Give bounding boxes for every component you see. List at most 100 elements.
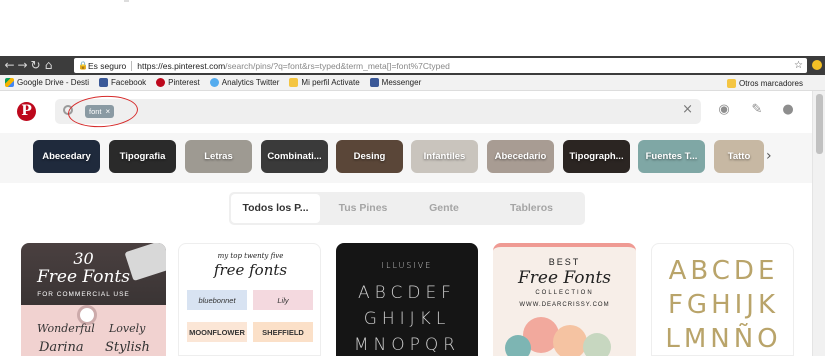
bookmark-mi-perfil[interactable]: Mi perfil Activate xyxy=(289,78,360,87)
guide-chip-label: Tipograph... xyxy=(569,151,624,162)
pin-text: free fonts xyxy=(213,261,288,279)
flower-image xyxy=(505,335,531,356)
facebook-icon xyxy=(99,78,109,87)
extension-icon[interactable] xyxy=(812,60,822,70)
tab-todos-los-pines[interactable]: Todos los P... xyxy=(231,194,320,223)
guide-chip-label: Combinati... xyxy=(267,151,322,162)
pin-text: Darina xyxy=(39,340,84,355)
guide-chip-label: Tipografia xyxy=(119,151,166,162)
url-path: /search/pins/?q=font&rs=typed&term_meta[… xyxy=(225,60,450,71)
guide-chip[interactable]: Abecedary xyxy=(33,140,100,173)
bookmark-star-icon[interactable]: ☆ xyxy=(794,58,803,73)
pin-text: ILLUSIVE xyxy=(381,261,433,270)
chat-icon[interactable]: ● xyxy=(780,102,796,118)
chevron-right-icon[interactable]: › xyxy=(766,148,772,164)
pin-text: Free Fonts xyxy=(36,267,131,287)
search-filter-tabs: Todos los P... Tus Pines Gente Tableros xyxy=(229,192,585,225)
pin-text: Wonderful xyxy=(37,322,95,335)
flower-image xyxy=(583,333,611,356)
pin-text: COLLECTION xyxy=(535,290,594,296)
url-text[interactable]: https://es.pinterest.com/search/pins/?q=… xyxy=(137,61,450,71)
tab-tus-pines[interactable]: Tus Pines xyxy=(320,194,406,223)
bookmark-label: Analytics Twitter xyxy=(221,78,280,87)
pin-text: GHIJKL xyxy=(363,309,451,329)
folder-icon xyxy=(289,78,299,87)
twitter-icon xyxy=(209,78,219,87)
bookmarks-bar: Google Drive - Desti Facebook Pinterest … xyxy=(0,75,825,91)
guide-chip-label: Abecedary xyxy=(42,151,91,162)
pin-text: WWW.DEARCRISSY.COM xyxy=(519,302,610,308)
pin-text: FOR COMMERCIAL USE xyxy=(37,291,130,298)
bookmark-label: Messenger xyxy=(381,78,422,87)
guide-chip[interactable]: Tipografia xyxy=(109,140,176,173)
pin-icon[interactable]: ✎ xyxy=(749,102,765,118)
bookmark-label: Google Drive - Desti xyxy=(17,78,90,87)
guide-chip-label: Letras xyxy=(204,151,233,162)
pin-text: Stylish xyxy=(105,340,150,355)
guided-search-bar: Abecedary Tipografia Letras Combinati...… xyxy=(0,133,812,183)
bookmark-analytics-twitter[interactable]: Analytics Twitter xyxy=(209,78,280,87)
address-bar[interactable]: 🔒 Es seguro https://es.pinterest.com/sea… xyxy=(74,58,807,73)
bookmark-messenger[interactable]: Messenger xyxy=(369,78,422,87)
guide-chip-label: Fuentes T... xyxy=(645,151,698,162)
pin-card[interactable]: ABCDE FGHIJK LMNÑO xyxy=(651,243,794,356)
guide-chip[interactable]: Fuentes T... xyxy=(638,140,705,173)
bookmark-label: Otros marcadores xyxy=(738,78,803,88)
pin-text: Lily xyxy=(253,290,313,310)
guide-chip[interactable]: Tatto xyxy=(714,140,764,173)
guide-chip[interactable]: Infantiles xyxy=(411,140,478,173)
pin-text: Free Fonts xyxy=(517,268,612,288)
page-scrollbar[interactable] xyxy=(812,91,825,356)
pin-text: MOONFLOWER xyxy=(187,322,247,342)
pin-text: FGHIJK xyxy=(667,290,780,320)
bookmark-label: Pinterest xyxy=(168,78,200,87)
pin-text: ABCDEF xyxy=(358,283,456,303)
pin-text: BEST xyxy=(548,257,581,267)
folder-icon xyxy=(726,78,736,88)
pin-text: LMNÑO xyxy=(665,324,782,354)
back-arrow-icon[interactable]: ← xyxy=(3,56,16,75)
bookmark-label: Facebook xyxy=(111,78,147,87)
search-input[interactable]: font × × xyxy=(55,99,701,124)
forward-arrow-icon[interactable]: → xyxy=(16,56,29,75)
pin-text: 30 xyxy=(73,249,94,268)
bookmark-pinterest[interactable]: Pinterest xyxy=(156,78,200,87)
guide-chip-label: Tatto xyxy=(727,151,751,162)
pin-text: ABCDE xyxy=(668,256,779,286)
guide-chip[interactable]: Desing xyxy=(336,140,403,173)
compass-icon[interactable]: ◉ xyxy=(716,102,732,118)
pin-card[interactable]: ILLUSIVE ABCDEF GHIJKL MNOPQR xyxy=(336,243,478,356)
bookmark-google-drive[interactable]: Google Drive - Desti xyxy=(5,78,89,87)
divider xyxy=(124,0,129,2)
url-domain: https://es.pinterest.com xyxy=(137,60,226,71)
guide-chip[interactable]: Abecedario xyxy=(487,140,554,173)
home-icon[interactable]: ⌂ xyxy=(42,56,55,75)
pin-text: SHEFFIELD xyxy=(253,322,313,342)
bookmark-facebook[interactable]: Facebook xyxy=(99,78,146,87)
guide-chip-label: Infantiles xyxy=(423,151,466,162)
flower-image xyxy=(553,325,587,356)
guide-chip[interactable]: Letras xyxy=(185,140,252,173)
guide-chip-label: Abecedario xyxy=(494,151,547,162)
secure-label: Es seguro xyxy=(88,60,133,71)
pin-text: bluebonnet xyxy=(187,290,247,310)
gdrive-icon xyxy=(5,78,14,87)
tab-tableros[interactable]: Tableros xyxy=(482,194,581,223)
guide-chip[interactable]: Combinati... xyxy=(261,140,328,173)
tab-gente[interactable]: Gente xyxy=(406,194,482,223)
scrollbar-thumb[interactable] xyxy=(816,94,823,154)
guide-chip-label: Desing xyxy=(353,151,386,162)
reload-icon[interactable]: ↻ xyxy=(29,56,42,75)
page-background xyxy=(0,0,825,56)
pinterest-logo-icon[interactable]: P xyxy=(17,102,36,121)
pin-card[interactable]: my top twenty five free fonts bluebonnet… xyxy=(178,243,321,356)
bookmark-label: Mi perfil Activate xyxy=(301,78,360,87)
guide-chip[interactable]: Tipograph... xyxy=(563,140,630,173)
pin-text: Lovely xyxy=(109,322,146,335)
pin-card[interactable]: 30 Free Fonts FOR COMMERCIAL USE Wonderf… xyxy=(21,243,166,356)
clear-search-icon[interactable]: × xyxy=(682,102,693,117)
bookmark-other[interactable]: Otros marcadores xyxy=(726,75,803,91)
pinterest-icon xyxy=(156,78,166,87)
pin-text: MNOPQR xyxy=(353,335,461,355)
pin-card[interactable]: BEST Free Fonts COLLECTION WWW.DEARCRISS… xyxy=(493,243,636,356)
